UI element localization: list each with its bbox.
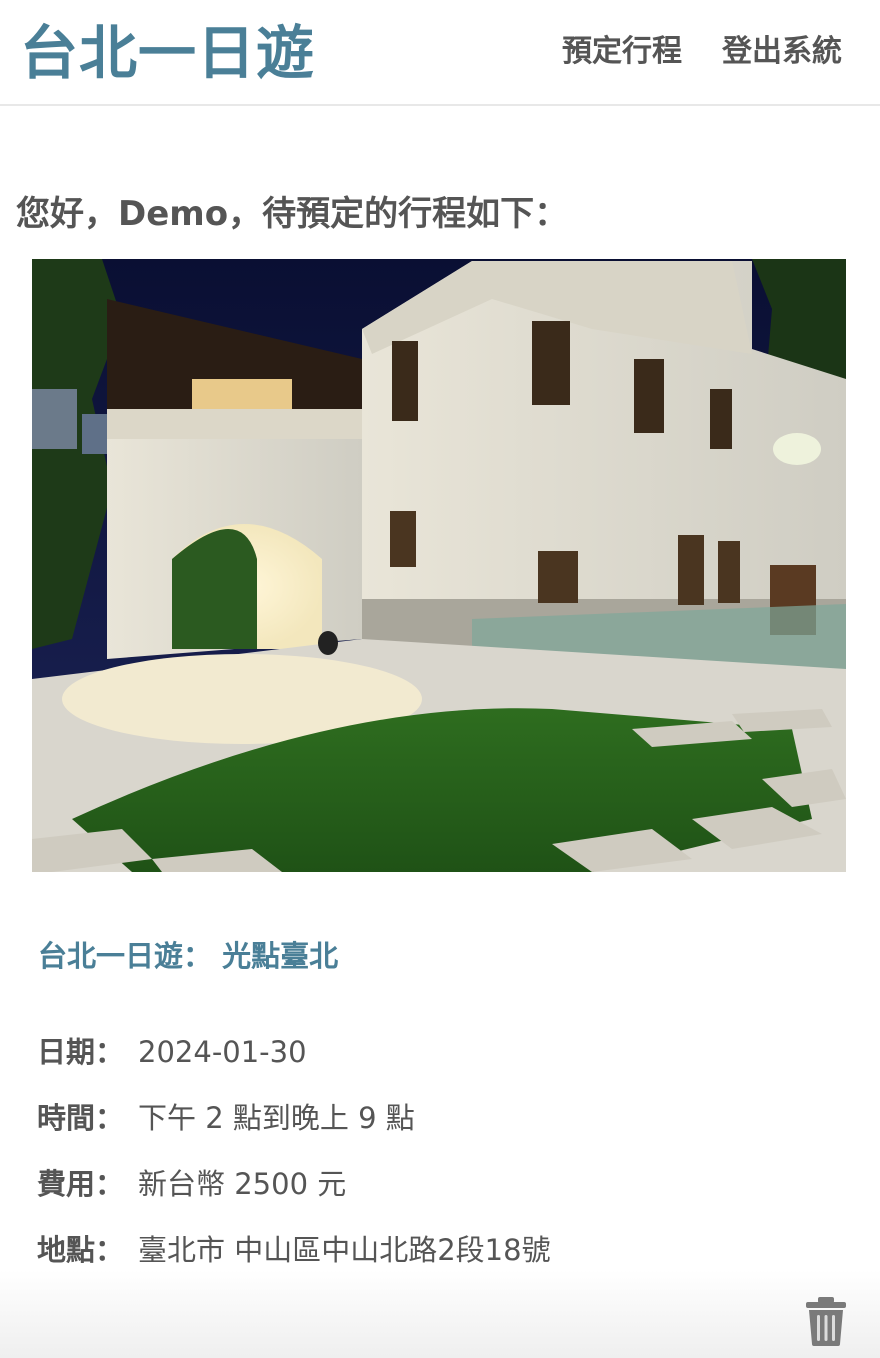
delete-trip-button[interactable] — [804, 1296, 848, 1346]
site-brand[interactable]: 台北一日遊 — [20, 18, 315, 88]
nav-logout-link[interactable]: 登出系統 — [722, 30, 842, 74]
main-nav: 預定行程 登出系統 — [562, 30, 842, 74]
trip-location-row: 地點： 臺北市 中山區中山北路2段18號 — [37, 1228, 551, 1272]
trip-fee-label: 費用： — [37, 1167, 125, 1201]
trip-title: 台北一日遊： 光點臺北 — [38, 939, 339, 973]
greeting-heading: 您好，Demo，待預定的行程如下： — [16, 194, 569, 234]
trip-date-value: 2024-01-30 — [138, 1035, 307, 1069]
attraction-photo-illustration — [32, 259, 846, 872]
trip-fee-value: 新台幣 2500 元 — [138, 1167, 347, 1201]
bottom-fade — [0, 1270, 880, 1358]
attraction-photo — [32, 259, 846, 872]
trip-time-label: 時間： — [37, 1101, 125, 1135]
site-header: 台北一日遊 預定行程 登出系統 — [0, 0, 880, 106]
trip-date-label: 日期： — [37, 1035, 125, 1069]
trip-time-value: 下午 2 點到晚上 9 點 — [138, 1101, 415, 1135]
trip-date-row: 日期： 2024-01-30 — [37, 1030, 307, 1074]
trash-icon — [806, 1297, 846, 1346]
nav-booking-link[interactable]: 預定行程 — [562, 30, 682, 74]
trip-time-row: 時間： 下午 2 點到晚上 9 點 — [37, 1096, 415, 1140]
trip-location-label: 地點： — [37, 1233, 125, 1267]
trip-location-value: 臺北市 中山區中山北路2段18號 — [138, 1233, 551, 1267]
trip-fee-row: 費用： 新台幣 2500 元 — [37, 1162, 346, 1206]
